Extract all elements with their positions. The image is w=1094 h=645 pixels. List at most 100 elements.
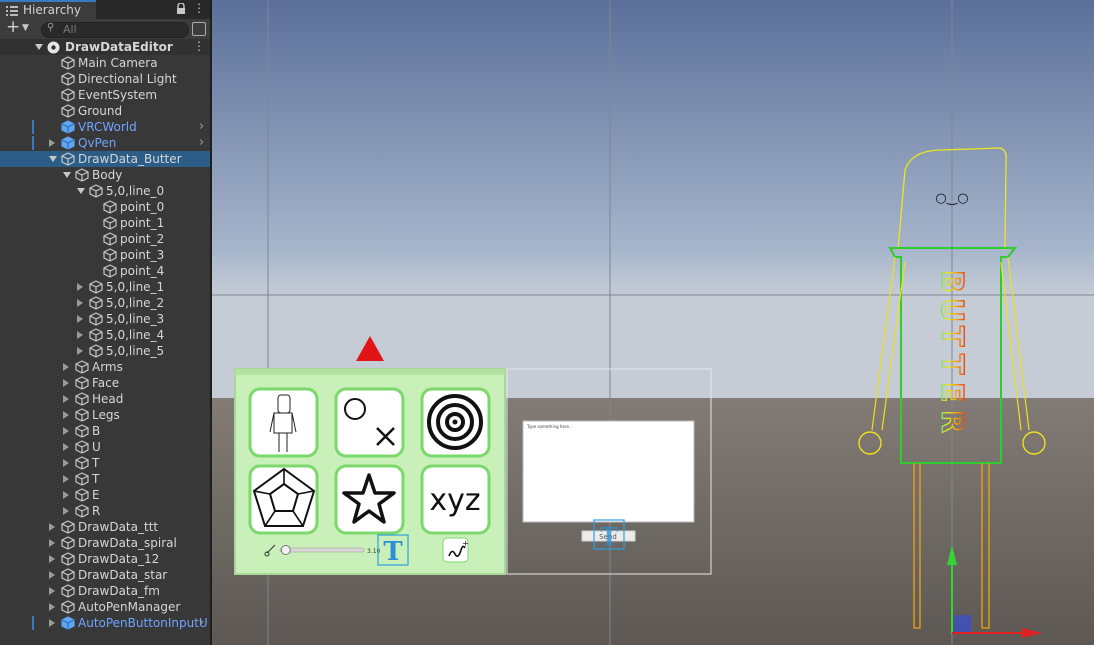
preview-input[interactable] [522, 420, 695, 523]
hierarchy-tab-bar: Hierarchy ⋮ [0, 0, 210, 19]
expand-arrow-icon[interactable] [63, 411, 69, 419]
hierarchy-item[interactable]: Legs [0, 407, 210, 423]
star-thumbnail-button[interactable] [334, 464, 405, 535]
size-slider[interactable] [279, 547, 365, 553]
hierarchy-item[interactable]: DrawData_spiral [0, 535, 210, 551]
expand-arrow-icon[interactable] [63, 459, 69, 467]
hierarchy-item[interactable]: DrawData_fm [0, 583, 210, 599]
create-plus-icon[interactable]: + [6, 17, 20, 37]
hierarchy-item[interactable]: T [0, 471, 210, 487]
hierarchy-item[interactable]: E [0, 487, 210, 503]
hierarchy-item[interactable]: DrawData_star [0, 567, 210, 583]
collapse-arrow-icon[interactable] [49, 156, 57, 162]
scene-row[interactable]: DrawDataEditor ⋮ [0, 39, 210, 55]
size-slider-knob[interactable] [280, 545, 291, 555]
scene-menu-icon[interactable]: ⋮ [193, 39, 205, 53]
xyz-thumbnail-button[interactable]: xyz [420, 464, 491, 535]
hierarchy-item[interactable]: Head [0, 391, 210, 407]
expand-arrow-icon[interactable] [49, 571, 55, 579]
hierarchy-item[interactable]: R [0, 503, 210, 519]
expand-arrow-icon[interactable] [63, 395, 69, 403]
scene-expand-arrow-icon[interactable] [35, 44, 43, 50]
hierarchy-item[interactable]: DrawData_ttt [0, 519, 210, 535]
add-path-button[interactable]: + [442, 537, 469, 563]
hierarchy-item[interactable]: 5,0,line_1 [0, 279, 210, 295]
hierarchy-item[interactable]: point_0 [0, 199, 210, 215]
expand-arrow-icon[interactable] [77, 347, 83, 355]
expand-arrow-icon[interactable] [63, 363, 69, 371]
expand-arrow-icon[interactable] [49, 523, 55, 531]
expand-arrow-icon[interactable] [63, 379, 69, 387]
expand-arrow-icon[interactable] [63, 507, 69, 515]
create-dropdown-icon[interactable]: ▼ [22, 23, 29, 33]
hierarchy-item-label: 5,0,line_5 [106, 344, 165, 358]
prefab-cube-icon [61, 136, 75, 150]
hierarchy-item[interactable]: Arms [0, 359, 210, 375]
hierarchy-item[interactable]: 5,0,line_2 [0, 295, 210, 311]
expand-arrow-icon[interactable] [49, 555, 55, 563]
xy-plane-handle[interactable] [954, 615, 971, 632]
hierarchy-item[interactable]: point_4 [0, 263, 210, 279]
expand-arrow-icon[interactable] [63, 443, 69, 451]
open-prefab-chevron-icon[interactable]: › [199, 135, 204, 150]
hierarchy-item[interactable]: point_1 [0, 215, 210, 231]
hierarchy-item[interactable]: DrawData_Butter [0, 151, 210, 167]
expand-arrow-icon[interactable] [49, 619, 55, 627]
hierarchy-item[interactable]: Ground [0, 103, 210, 119]
scene-picker-icon[interactable] [192, 22, 206, 36]
lock-icon[interactable] [176, 3, 186, 15]
target-thumbnail-button[interactable] [420, 387, 491, 458]
gameobject-cube-icon [61, 568, 75, 582]
expand-arrow-icon[interactable] [77, 315, 83, 323]
open-prefab-chevron-icon[interactable]: › [199, 615, 204, 630]
hierarchy-item[interactable]: AutoPenManager [0, 599, 210, 615]
expand-arrow-icon[interactable] [63, 491, 69, 499]
figure-thumbnail-button[interactable] [248, 387, 319, 458]
hierarchy-item[interactable]: 5,0,line_4 [0, 327, 210, 343]
hierarchy-item[interactable]: B [0, 423, 210, 439]
expand-arrow-icon[interactable] [49, 587, 55, 595]
hierarchy-item[interactable]: AutoPenButtonInputU › [0, 615, 210, 631]
expand-arrow-icon[interactable] [49, 539, 55, 547]
hierarchy-item[interactable]: point_3 [0, 247, 210, 263]
hierarchy-item[interactable]: VRCWorld › [0, 119, 210, 135]
expand-arrow-icon[interactable] [77, 283, 83, 291]
hierarchy-item-label: DrawData_fm [78, 584, 160, 598]
hierarchy-item-label: T [92, 456, 100, 470]
hierarchy-item[interactable]: point_2 [0, 231, 210, 247]
hierarchy-item[interactable]: QvPen › [0, 135, 210, 151]
expand-arrow-icon[interactable] [63, 475, 69, 483]
hierarchy-item-label: 5,0,line_3 [106, 312, 165, 326]
hierarchy-item[interactable]: Directional Light [0, 71, 210, 87]
hierarchy-item[interactable]: Main Camera [0, 55, 210, 71]
hierarchy-item[interactable]: 5,0,line_3 [0, 311, 210, 327]
open-prefab-chevron-icon[interactable]: › [199, 119, 204, 134]
expand-arrow-icon[interactable] [49, 603, 55, 611]
expand-arrow-icon[interactable] [49, 139, 55, 147]
circle-x-thumbnail-button[interactable] [334, 387, 405, 458]
hierarchy-item[interactable]: 5,0,line_0 [0, 183, 210, 199]
dodecahedron-thumbnail-button[interactable] [248, 464, 319, 535]
hierarchy-item[interactable]: DrawData_12 [0, 551, 210, 567]
expand-arrow-icon[interactable] [77, 299, 83, 307]
collapse-arrow-icon[interactable] [63, 172, 71, 178]
collapse-arrow-icon[interactable] [77, 188, 85, 194]
tab-menu-icon[interactable]: ⋮ [193, 1, 205, 15]
hierarchy-item-label: Arms [92, 360, 123, 374]
hierarchy-item[interactable]: T [0, 455, 210, 471]
hierarchy-item[interactable]: 5,0,line_5 [0, 343, 210, 359]
gameobject-cube-icon [103, 232, 117, 246]
hierarchy-item[interactable]: Body [0, 167, 210, 183]
search-input[interactable]: ⚲ All [41, 22, 189, 38]
hierarchy-item[interactable]: EventSystem [0, 87, 210, 103]
scene-canvas[interactable]: xyz 3.10 T + Type something here... Send… [212, 0, 1094, 645]
hierarchy-item[interactable]: U [0, 439, 210, 455]
scene-view[interactable]: xyz 3.10 T + Type something here... Send… [212, 0, 1094, 645]
hierarchy-item-label: DrawData_spiral [78, 536, 177, 550]
expand-arrow-icon[interactable] [77, 331, 83, 339]
hierarchy-item[interactable]: Face [0, 375, 210, 391]
draw-data-panel[interactable]: xyz 3.10 T + [234, 368, 506, 575]
gameobject-cube-icon [61, 56, 75, 70]
expand-arrow-icon[interactable] [63, 427, 69, 435]
hierarchy-toolbar: + ▼ ⚲ All [0, 17, 210, 40]
